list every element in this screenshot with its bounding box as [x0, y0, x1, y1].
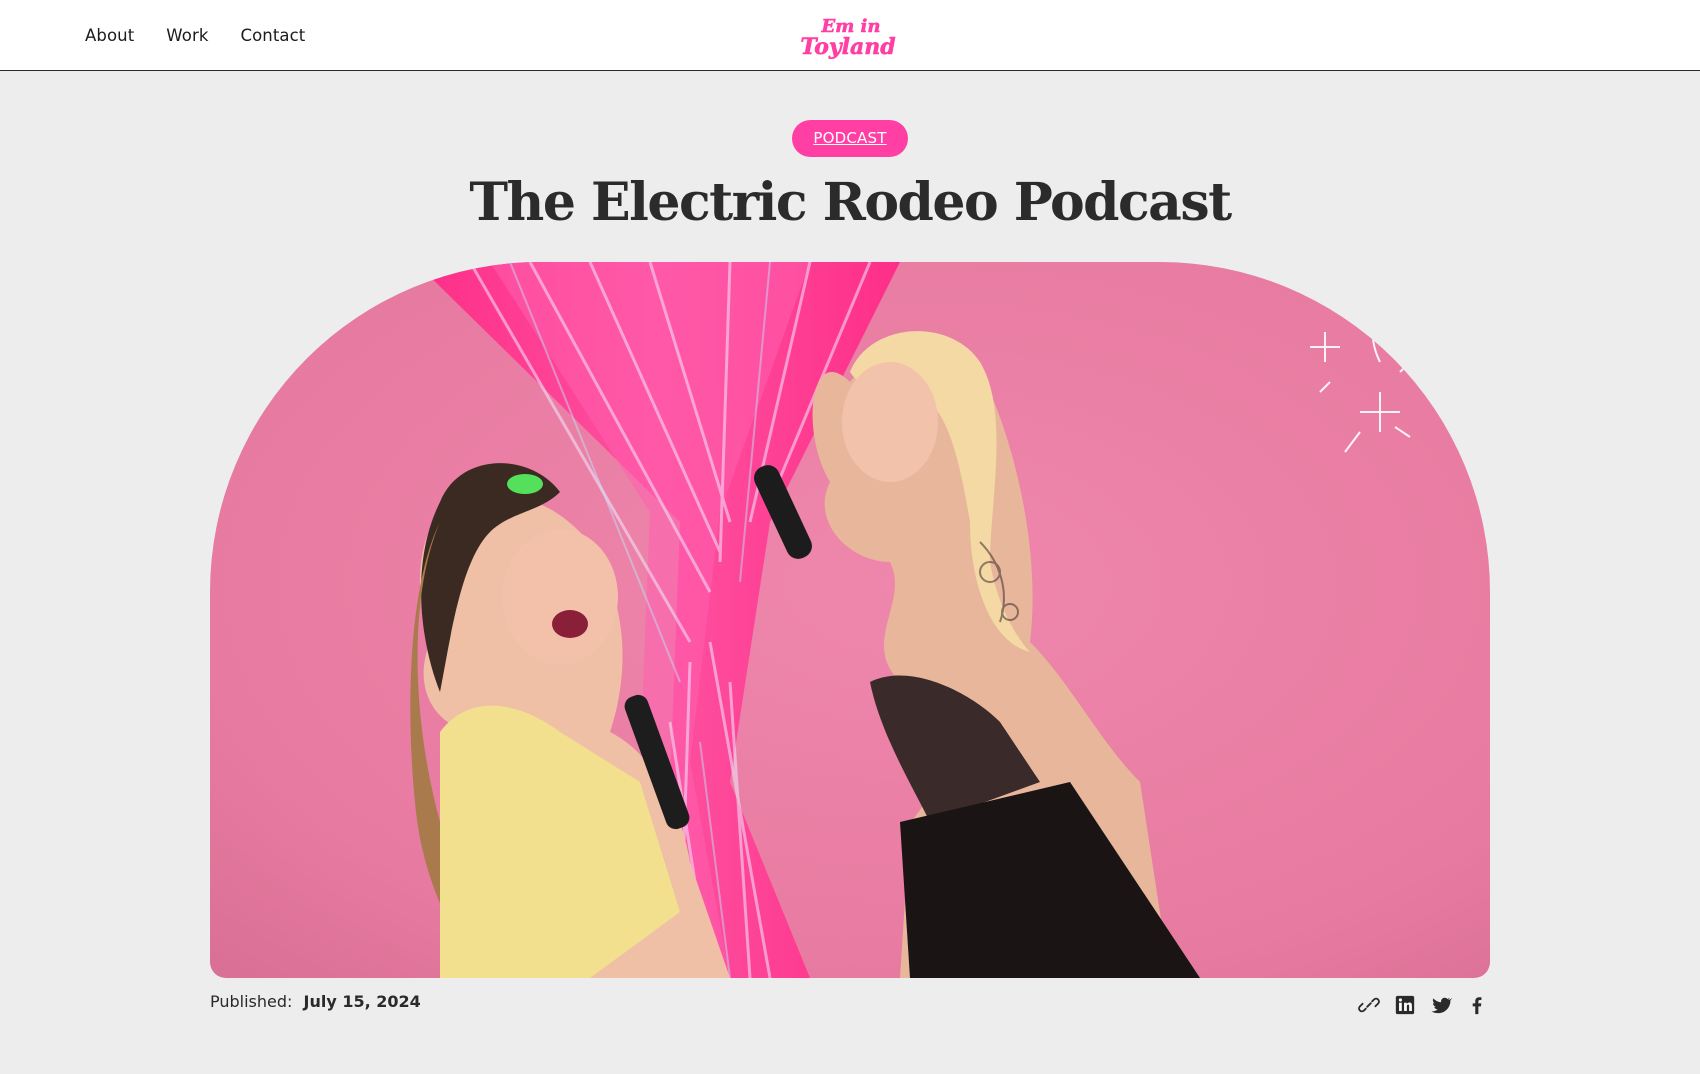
- logo-line-2: Toyland: [800, 34, 895, 60]
- hero-image: [210, 262, 1490, 978]
- link-icon[interactable]: [1358, 994, 1380, 1016]
- linkedin-icon[interactable]: [1394, 994, 1416, 1016]
- hero-photo-illustration: [210, 262, 1490, 978]
- site-logo[interactable]: Em in Toyland: [792, 12, 908, 62]
- published-meta: Published: July 15, 2024: [210, 992, 421, 1011]
- nav-about-link[interactable]: About: [85, 26, 134, 45]
- published-label: Published:: [210, 992, 293, 1011]
- published-date: July 15, 2024: [303, 992, 421, 1011]
- nav-contact-link[interactable]: Contact: [240, 26, 305, 45]
- page-title: The Electric Rodeo Podcast: [469, 172, 1232, 233]
- facebook-icon[interactable]: [1466, 994, 1488, 1016]
- logo-wordmark: Em in Toyland: [800, 16, 896, 61]
- category-badge[interactable]: PODCAST: [792, 120, 908, 157]
- site-header: About Work Contact Em in Toyland: [0, 0, 1700, 71]
- share-icons: [1358, 994, 1488, 1016]
- twitter-icon[interactable]: [1430, 994, 1453, 1016]
- nav-work-link[interactable]: Work: [166, 26, 208, 45]
- main-nav: About Work Contact: [85, 26, 305, 45]
